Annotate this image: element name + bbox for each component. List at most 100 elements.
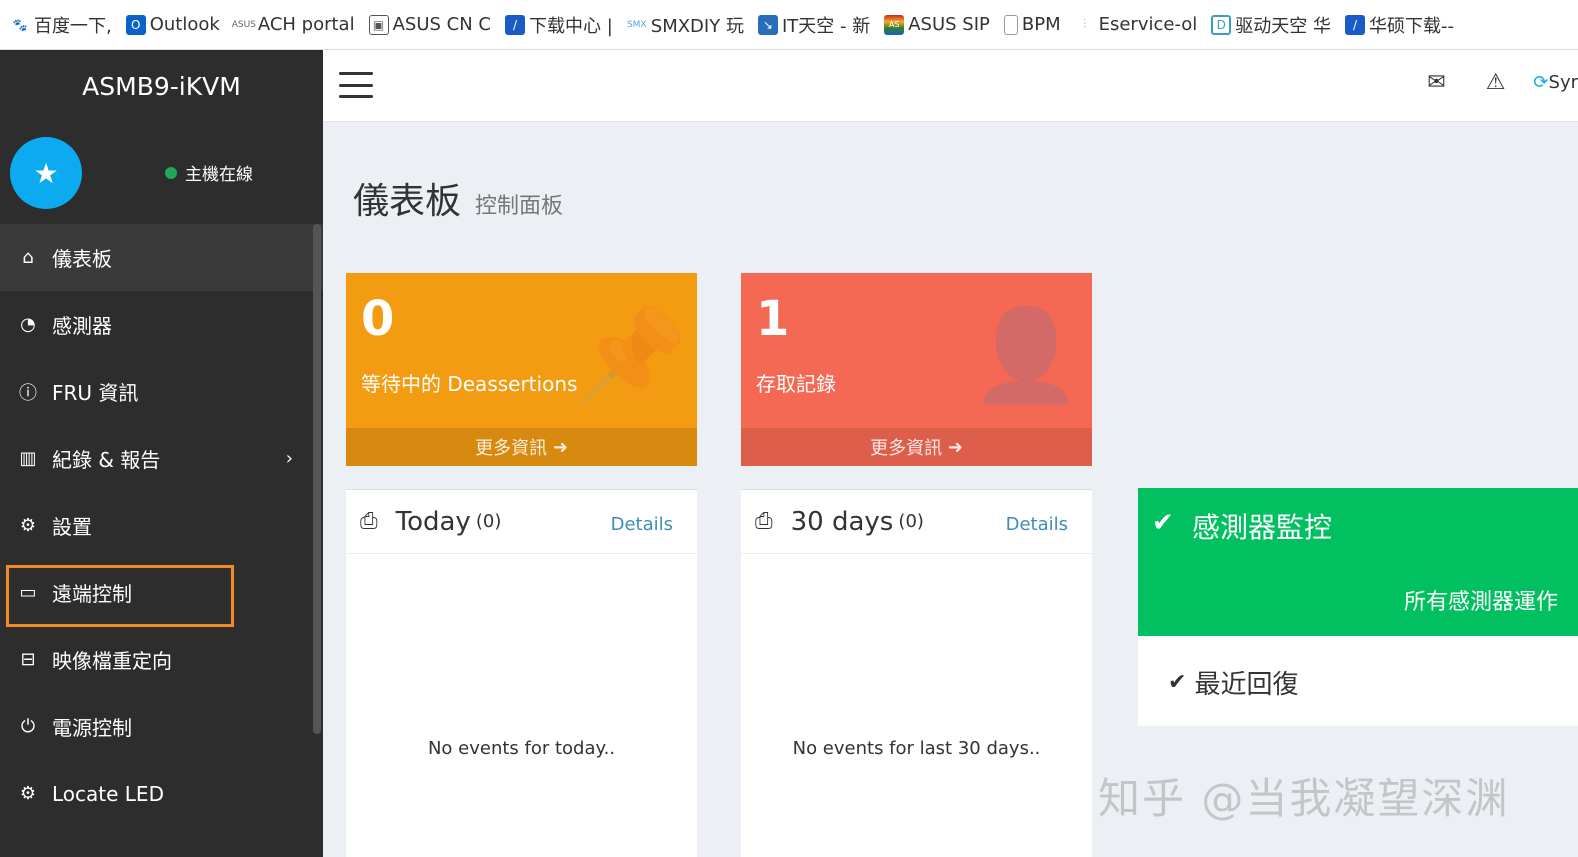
- sidebar-item-settings[interactable]: ⚙ 設置: [0, 492, 323, 559]
- sidebar-item-sensors[interactable]: ◔ 感測器: [0, 291, 323, 358]
- power-icon: ⏻: [20, 716, 36, 737]
- main-content: 儀表板 控制面板 0 等待中的 Deassertions 📌 更多資訊 ➜ 1 …: [323, 122, 1578, 857]
- sensor-message: 所有感測器運作: [1404, 590, 1559, 615]
- access-label: 存取記錄: [756, 372, 836, 396]
- recent-recovery-label: 最近回復: [1194, 670, 1299, 700]
- today-details-link[interactable]: Details: [611, 514, 673, 535]
- sync-label: Syr: [1548, 72, 1578, 93]
- online-dot-icon: [165, 166, 177, 179]
- bookmark-label: 百度一下,: [34, 15, 112, 37]
- check-circle-outline-icon: ✔: [1168, 670, 1187, 695]
- host-status: 主機在線: [165, 160, 253, 185]
- chevron-right-icon: ›: [285, 448, 293, 469]
- sync-button[interactable]: ⟳Syr: [1533, 72, 1578, 93]
- access-log-box: 1 存取記錄 👤 更多資訊 ➜: [741, 273, 1092, 466]
- more-info-label: 更多資訊: [870, 438, 943, 459]
- today-events-panel: ⎙ Today (0) Details No events for today.…: [346, 489, 697, 857]
- plug-icon: ⫶: [1083, 17, 1087, 31]
- star-icon: ★: [10, 137, 82, 209]
- sidebar-item-label: 感測器: [52, 314, 112, 338]
- top-navbar: ✉ ⚠ ⟳Syr: [323, 50, 1578, 122]
- bookmark-label: SMXDIY 玩: [650, 15, 744, 37]
- panel-count: (0): [898, 511, 924, 532]
- sidebar-item-power-control[interactable]: ⏻ 電源控制: [0, 693, 323, 760]
- bar-chart-icon: ▥: [19, 448, 37, 469]
- it-sky-icon: ↘: [757, 14, 778, 35]
- recent-recovery[interactable]: ✔ 最近回復: [1168, 664, 1298, 701]
- bookmark-outlook[interactable]: O Outlook: [125, 14, 220, 35]
- bookmarks-bar: 🐾 百度一下, O Outlook ASUS ACH portal ▣ ASUS CN …: [0, 0, 1578, 50]
- panel-header: ⎙ Today (0) Details: [346, 490, 697, 554]
- pending-more-info-link[interactable]: 更多資訊 ➜: [346, 428, 697, 466]
- pending-label: 等待中的 Deassertions: [361, 372, 578, 396]
- highlight-box: [6, 565, 234, 627]
- bookmark-asus-cn[interactable]: ▣ ASUS CN C: [368, 14, 491, 35]
- sidebar-item-label: 電源控制: [52, 716, 132, 740]
- bookmark-eservice[interactable]: ⫶ Eservice-ol: [1075, 14, 1197, 35]
- bookmark-asus-sip[interactable]: AS ASUS SIP: [884, 14, 990, 35]
- document-icon: [1003, 14, 1018, 35]
- paw-icon: 🐾: [12, 17, 28, 32]
- check-circle-icon: ✔: [1152, 508, 1174, 538]
- sidebar-menu: ⌂ 儀表板 ◔ 感測器 ⓘ FRU 資訊 ▥ 紀錄 & 報告 › ⚙ 設置 ▭ …: [0, 224, 323, 857]
- warning-icon[interactable]: ⚠: [1486, 70, 1506, 95]
- bookmark-download-center[interactable]: / 下载中心 |: [504, 12, 613, 38]
- drive-sky-icon: D: [1211, 14, 1232, 35]
- sidebar-item-dashboard[interactable]: ⌂ 儀表板: [0, 224, 323, 291]
- home-icon: ⌂: [22, 247, 34, 268]
- inbox-icon: ⎙: [755, 509, 773, 534]
- bookmark-label: 驱动天空 华: [1235, 15, 1332, 37]
- bookmark-baidu[interactable]: 🐾 百度一下,: [10, 12, 112, 38]
- gear-icon: ⚙: [19, 515, 37, 536]
- brand-title[interactable]: ASMB9-iKVM: [0, 50, 323, 122]
- user-panel: ★ 主機在線: [0, 122, 323, 224]
- hard-drive-icon: ⊟: [20, 649, 36, 670]
- pending-deassertions-box: 0 等待中的 Deassertions 📌 更多資訊 ➜: [346, 273, 697, 466]
- bookmark-label: 下载中心 |: [528, 15, 613, 37]
- pushpin-icon: 📌: [574, 303, 687, 408]
- sidebar-item-fru-info[interactable]: ⓘ FRU 資訊: [0, 358, 323, 425]
- sidebar-item-image-redirection[interactable]: ⊟ 映像檔重定向: [0, 626, 323, 693]
- host-status-label: 主機在線: [185, 165, 253, 185]
- pending-count: 0: [361, 291, 395, 347]
- bookmark-label: ASUS SIP: [908, 14, 990, 35]
- page-header: 儀表板 控制面板: [353, 172, 563, 224]
- sync-icon: ⟳: [1533, 72, 1549, 93]
- bookmark-ach-portal[interactable]: ASUS ACH portal: [231, 14, 355, 35]
- access-more-info-link[interactable]: 更多資訊 ➜: [741, 428, 1092, 466]
- panel-count: (0): [475, 511, 502, 532]
- top-icons: ✉ ⚠ ⟳Syr: [1387, 70, 1578, 95]
- sidebar-item-remote-control[interactable]: ▭ 遠端控制: [0, 559, 323, 627]
- sidebar-item-label: 儀表板: [52, 247, 112, 271]
- sidebar: ASMB9-iKVM ★ 主機在線 ⌂ 儀表板 ◔ 感測器 ⓘ FRU 資訊 ▥…: [0, 50, 323, 857]
- empty-message: No events for today..: [427, 738, 616, 759]
- gear-icon: ⚙: [19, 783, 37, 804]
- sidebar-item-logs-reports[interactable]: ▥ 紀錄 & 報告 ›: [0, 425, 323, 492]
- sidebar-item-label: FRU 資訊: [52, 381, 139, 405]
- envelope-icon[interactable]: ✉: [1427, 70, 1445, 95]
- more-info-label: 更多資訊: [475, 438, 548, 459]
- bookmark-smxdiy[interactable]: SMX SMXDIY 玩: [627, 12, 744, 38]
- user-silhouette-icon: 👤: [969, 303, 1082, 408]
- bookmark-label: BPM: [1021, 14, 1061, 35]
- bookmark-it-sky[interactable]: ↘ IT天空 - 新: [757, 12, 870, 38]
- sensor-monitor-panel: ✔ 感測器監控 所有感測器運作 ✔ 最近回復: [1138, 488, 1578, 726]
- asus-emea-icon: ASUS: [231, 19, 256, 30]
- bookmark-label: Outlook: [149, 14, 220, 35]
- smx-icon: SMX: [626, 19, 647, 30]
- bookmark-asus-download[interactable]: / 华硕下载--: [1345, 12, 1454, 38]
- sidebar-item-locate-led[interactable]: ⚙ Locate LED: [0, 760, 323, 827]
- bookmark-bpm[interactable]: BPM: [1003, 14, 1061, 35]
- panel-title: Today: [395, 506, 471, 537]
- watermark: 知乎 @当我凝望深渊: [1098, 774, 1510, 823]
- sidebar-scrollbar[interactable]: [313, 224, 321, 734]
- arrow-circle-right-icon: ➜: [547, 436, 568, 458]
- access-count: 1: [756, 291, 790, 347]
- hamburger-menu-icon[interactable]: [339, 72, 373, 98]
- empty-message: No events for last 30 days..: [792, 738, 1041, 759]
- thirty-days-details-link[interactable]: Details: [1006, 514, 1068, 535]
- sidebar-item-label: 設置: [52, 515, 92, 539]
- bookmark-drive-sky[interactable]: D 驱动天空 华: [1211, 12, 1331, 38]
- bookmark-label: 华硕下载--: [1369, 15, 1455, 37]
- outlook-icon: O: [125, 14, 146, 35]
